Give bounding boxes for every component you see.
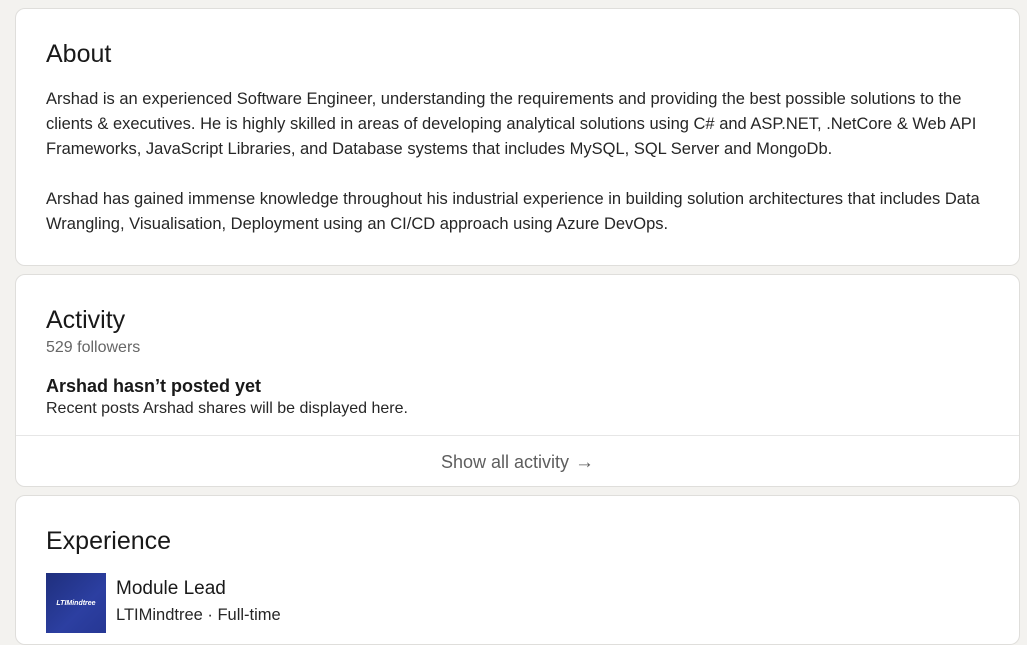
about-paragraph: Arshad is an experienced Software Engine…	[46, 90, 977, 158]
show-all-activity-label: Show all activity	[440, 452, 570, 472]
job-company: LTIMindtree · Full-time	[116, 606, 281, 624]
about-heading: About	[46, 40, 112, 68]
followers-count[interactable]: 529 followers	[46, 339, 140, 357]
about-paragraph: Arshad has gained immense knowledge thro…	[46, 190, 980, 233]
show-all-activity-button[interactable]: Show all activity →	[16, 435, 1019, 486]
empty-activity-title: Arshad hasn’t posted yet	[46, 376, 262, 396]
about-text: Arshad is an experienced Software Engine…	[46, 87, 996, 237]
activity-section: Activity 529 followers Arshad hasn’t pos…	[15, 274, 1020, 487]
job-title[interactable]: Module Lead	[116, 578, 226, 600]
experience-section: Experience LTIMindtree Module Lead LTIMi…	[15, 495, 1020, 645]
arrow-right-icon: →	[575, 451, 595, 473]
activity-heading: Activity	[46, 306, 126, 334]
about-section: About Arshad is an experienced Software …	[15, 8, 1020, 266]
empty-activity-subtitle: Recent posts Arshad shares will be displ…	[46, 400, 408, 417]
company-logo[interactable]: LTIMindtree	[46, 573, 106, 633]
company-logo-text: LTIMindtree	[56, 599, 96, 607]
experience-heading: Experience	[46, 527, 172, 555]
